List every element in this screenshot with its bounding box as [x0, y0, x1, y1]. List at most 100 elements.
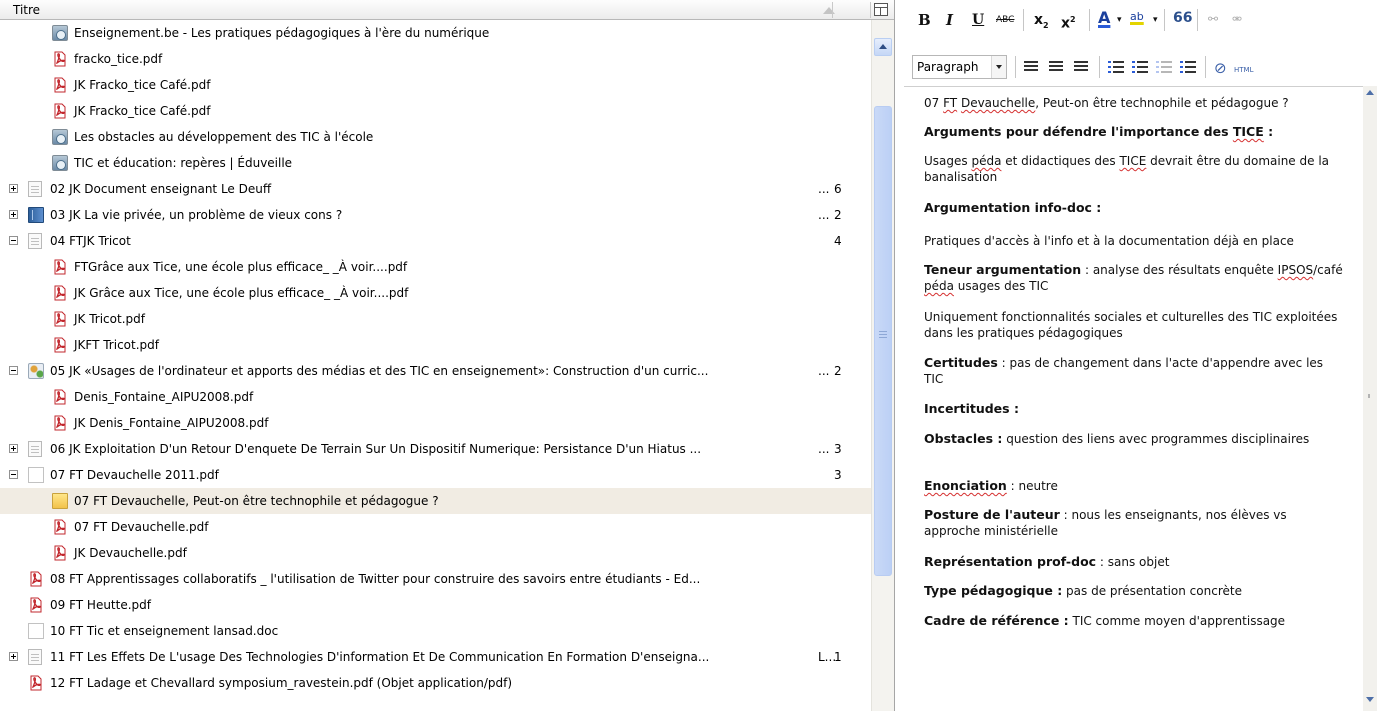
tree-row[interactable]: 06 JK Exploitation D'un Retour D'enquete…	[0, 436, 871, 462]
tree-row-title: JK Grâce aux Tice, une école plus effica…	[74, 286, 409, 300]
tree-row[interactable]: 05 JK «Usages de l'ordinateur et apports…	[0, 358, 871, 384]
scroll-up-icon[interactable]	[1363, 86, 1377, 100]
column-header-title[interactable]: Titre	[0, 0, 832, 20]
paragraph-format-select[interactable]: Paragraph	[912, 55, 1007, 79]
tree-row[interactable]: Denis_Fontaine_AIPU2008.pdf	[0, 384, 871, 410]
note-text: 07	[924, 96, 944, 110]
pdf-icon	[52, 545, 68, 561]
superscript-button[interactable]: x2	[1061, 8, 1076, 32]
scroll-grip-icon	[1368, 394, 1370, 398]
clear-formatting-icon[interactable]: ⊘	[1214, 56, 1227, 80]
tree-row-title: 07 FT Devauchelle 2011.pdf	[50, 468, 219, 482]
tree-row[interactable]: 02 JK Document enseignant Le Deuff... 6	[0, 176, 871, 202]
indent-icon[interactable]	[1180, 61, 1196, 73]
spellcheck-flagged-text: TICE	[1232, 124, 1264, 139]
tree-row[interactable]: JKFT Tricot.pdf	[0, 332, 871, 358]
collapse-twisty-icon[interactable]	[9, 470, 18, 479]
spellcheck-flagged-text: TICE	[1119, 154, 1147, 168]
column-separator[interactable]	[832, 2, 833, 18]
tree-row-title: Enseignement.be - Les pratiques pédagogi…	[74, 26, 490, 40]
toolbar-separator	[1089, 9, 1090, 31]
scroll-up-button[interactable]	[874, 38, 892, 56]
spellcheck-flagged-text: Devauchelle	[960, 96, 1036, 110]
pdf-icon	[28, 597, 44, 613]
align-center-icon[interactable]	[1049, 61, 1063, 73]
tree-row-title: 08 FT Apprentissages collaboratifs _ l'u…	[50, 572, 701, 586]
tree-row[interactable]: 04 FTJK Tricot 4	[0, 228, 871, 254]
highlight-color-button[interactable]: ab	[1130, 5, 1144, 29]
tree-row[interactable]: 07 FT Devauchelle.pdf	[0, 514, 871, 540]
expand-twisty-icon[interactable]	[9, 444, 18, 453]
align-left-icon[interactable]	[1024, 61, 1038, 73]
link-icon[interactable]: ⚯	[1208, 7, 1218, 31]
tree-row[interactable]: JK Denis_Fontaine_AIPU2008.pdf	[0, 410, 871, 436]
note-paragraph: Argumentation info-doc :	[924, 200, 1344, 216]
expand-twisty-icon[interactable]	[9, 210, 18, 219]
tree-row[interactable]: FTGrâce aux Tice, une école plus efficac…	[0, 254, 871, 280]
tree-row[interactable]: Les obstacles au développement des TIC à…	[0, 124, 871, 150]
tree-row-child-count: 2	[834, 364, 842, 378]
tree-row-title: 11 FT Les Effets De L'usage Des Technolo…	[50, 650, 710, 664]
subscript-button[interactable]: x2	[1034, 8, 1049, 32]
tree-row[interactable]: JK Fracko_tice Café.pdf	[0, 98, 871, 124]
tree-row[interactable]: JK Grâce aux Tice, une école plus effica…	[0, 280, 871, 306]
web-page-icon	[52, 25, 68, 41]
align-right-icon[interactable]	[1074, 61, 1088, 73]
tree-row[interactable]: Enseignement.be - Les pratiques pédagogi…	[0, 20, 871, 46]
editor-scrollbar[interactable]	[1363, 86, 1377, 711]
tree-row-creator-truncated: ...	[818, 442, 830, 456]
tree-row[interactable]: 11 FT Les Effets De L'usage Des Technolo…	[0, 644, 871, 670]
tree-row[interactable]: 10 FT Tic et enseignement lansad.doc	[0, 618, 871, 644]
tree-row[interactable]: TIC et éducation: repères | Éduveille	[0, 150, 871, 176]
tree-row[interactable]: JK Tricot.pdf	[0, 306, 871, 332]
highlight-dropdown-icon[interactable]: ▾	[1153, 8, 1158, 32]
blank-document-icon	[28, 623, 44, 639]
scroll-down-icon[interactable]	[1363, 693, 1377, 707]
collapse-twisty-icon[interactable]	[9, 236, 18, 245]
numbered-list-icon[interactable]	[1132, 61, 1148, 73]
tree-row[interactable]: 12 FT Ladage et Chevallard symposium_rav…	[0, 670, 871, 696]
column-picker-icon[interactable]	[874, 3, 888, 16]
scroll-thumb[interactable]	[874, 106, 892, 576]
tree-scrollbar[interactable]	[871, 20, 894, 711]
tree-row[interactable]: JK Fracko_tice Café.pdf	[0, 72, 871, 98]
html-source-button[interactable]: HTML	[1234, 58, 1253, 82]
tree-row[interactable]: JK Devauchelle.pdf	[0, 540, 871, 566]
tree-row-title: 07 FT Devauchelle, Peut-on être technoph…	[74, 494, 439, 508]
expand-twisty-icon[interactable]	[9, 652, 18, 661]
tree-row[interactable]: 07 FT Devauchelle 2011.pdf 3	[0, 462, 871, 488]
collapse-twisty-icon[interactable]	[9, 366, 18, 375]
note-editor-body[interactable]: 07 FT Devauchelle, Peut-on être technoph…	[904, 86, 1363, 711]
tree-row[interactable]: 09 FT Heutte.pdf	[0, 592, 871, 618]
bulleted-list-icon[interactable]	[1108, 61, 1124, 73]
note-text: pas de présentation concrète	[1062, 584, 1242, 598]
superscript-label: x	[1061, 15, 1071, 32]
tree-column-header: Titre	[0, 0, 894, 20]
text-color-button[interactable]: A	[1098, 6, 1110, 30]
column-separator[interactable]	[870, 2, 871, 18]
outdent-icon[interactable]	[1156, 61, 1172, 73]
strikethrough-button[interactable]: ABC	[996, 8, 1014, 32]
blockquote-button[interactable]: 66	[1173, 6, 1192, 30]
note-text: Certitudes	[924, 355, 998, 370]
pdf-icon	[52, 389, 68, 405]
unlink-icon[interactable]: ⚮	[1232, 7, 1242, 31]
expand-twisty-icon[interactable]	[9, 184, 18, 193]
tree-row[interactable]: fracko_tice.pdf	[0, 46, 871, 72]
note-text: Uniquement fonctionnalités sociales et c…	[924, 310, 1338, 340]
italic-button[interactable]: I	[946, 8, 953, 32]
tree-row[interactable]: 03 JK La vie privée, un problème de vieu…	[0, 202, 871, 228]
pdf-icon	[52, 415, 68, 431]
tree-row-title: 10 FT Tic et enseignement lansad.doc	[50, 624, 279, 638]
text-color-dropdown-icon[interactable]: ▾	[1117, 8, 1122, 32]
note-paragraph: 07 FT Devauchelle, Peut-on être technoph…	[924, 95, 1344, 111]
chevron-down-icon[interactable]	[991, 56, 1006, 78]
bold-button[interactable]: B	[918, 8, 931, 32]
tree-row-title: Denis_Fontaine_AIPU2008.pdf	[74, 390, 254, 404]
underline-button[interactable]: U	[972, 8, 984, 32]
spellcheck-flagged-text: péda	[924, 279, 954, 293]
tree-row[interactable]: 07 FT Devauchelle, Peut-on être technoph…	[0, 488, 871, 514]
note-text: Argumentation info-doc :	[924, 200, 1102, 215]
tree-row[interactable]: 08 FT Apprentissages collaboratifs _ l'u…	[0, 566, 871, 592]
note-text: Pratiques d'accès à l'info et à la docum…	[924, 234, 1294, 248]
